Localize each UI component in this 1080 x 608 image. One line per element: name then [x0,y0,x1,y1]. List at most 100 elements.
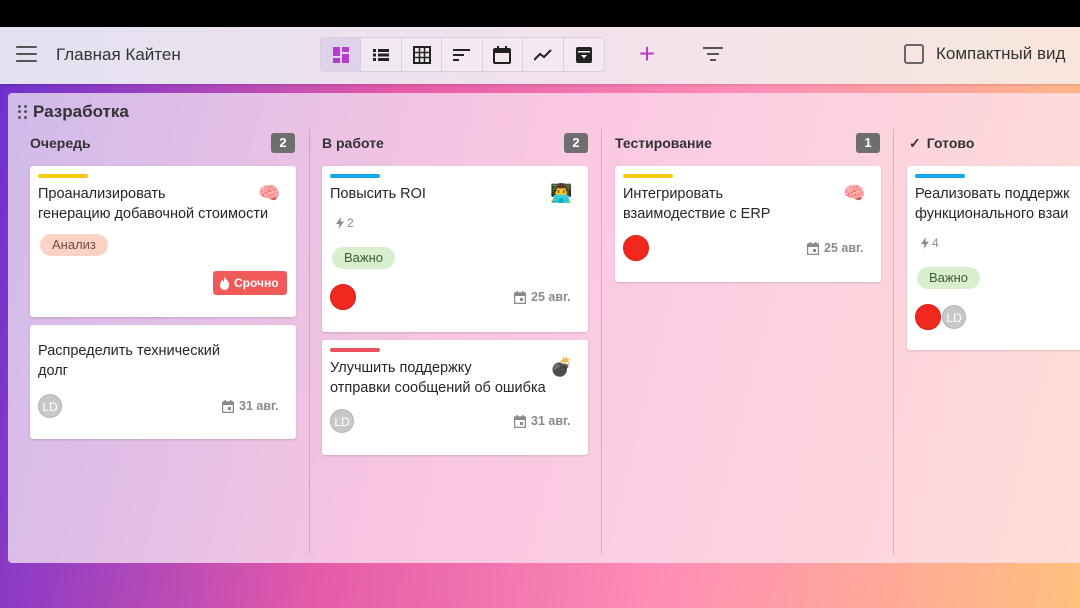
column-divider [893,129,894,554]
card-title-line: Распределить технический [38,343,220,359]
card-title-line: генерацию добавочной стоимости [38,206,269,222]
list-view-button[interactable] [361,38,402,71]
card[interactable]: Распределить технический долг LD 31 авг. [30,325,296,439]
dashboard-icon [332,46,349,63]
column-title-testing[interactable]: Тестирование [615,133,712,153]
card-title-line: Реализовать поддержк [915,186,1070,202]
board-title: Разработка [33,102,129,121]
card[interactable]: Повысить ROI 👨‍💻 2 Важно 25 авг. [322,166,588,332]
due-date-text: 31 авг. [239,399,279,413]
card[interactable]: Реализовать поддержк функционального вза… [907,166,1080,350]
calendar-icon [807,241,819,255]
compact-view-checkbox[interactable] [904,44,924,64]
card[interactable]: Интегрировать взаимодествие с ERP 🧠 25 а… [615,166,881,282]
archive-icon [575,46,592,63]
list-icon [373,48,390,61]
card-title-line: Интегрировать [623,186,724,202]
card[interactable]: Улучшить поддержку отправки сообщений об… [322,340,588,455]
due-date-text: 31 авг. [531,414,571,428]
card-color-stripe [915,174,965,178]
column-title-done[interactable]: ✓ Готово [909,133,974,153]
app-header: Главная Кайтен + Компактный вид [0,27,1080,84]
board: Разработка Очередь 2 В работе 2 Тестиров… [8,93,1080,563]
card-title-line: Улучшить поддержку [330,360,472,376]
chart-view-button[interactable] [523,38,564,71]
table-icon [412,45,431,64]
calendar-view-button[interactable] [483,38,524,71]
brain-icon: 🧠 [843,183,866,203]
avatar[interactable]: LD [942,305,966,329]
due-date: 31 авг. [514,414,570,428]
card-title-line: долг [38,363,68,379]
brain-icon: 🧠 [258,183,281,203]
card-title-line: Проанализировать [38,186,166,202]
board-header: Разработка [18,102,129,122]
card-color-stripe [38,174,88,178]
compact-view-label: Компактный вид [936,44,1066,63]
table-view-button[interactable] [402,38,443,71]
tag-important[interactable]: Важно [917,267,981,289]
due-date-text: 25 авг. [824,241,864,255]
view-switcher [320,37,605,72]
sort-view-button[interactable] [442,38,483,71]
column-title-in-progress[interactable]: В работе [322,133,384,153]
bolt-icon [921,237,929,249]
card[interactable]: Проанализировать генерацию добавочной ст… [30,166,296,317]
add-card-button[interactable]: + [636,39,658,69]
avatar[interactable] [915,304,941,330]
due-date: 25 авг. [807,241,863,255]
plus-icon: + [638,38,656,69]
top-black-bar [0,0,1080,27]
column-count-badge: 2 [271,133,295,153]
priority-indicator: 4 [921,236,939,250]
urgent-badge[interactable]: Срочно [213,271,287,295]
dashboard-view-button[interactable] [321,38,362,71]
archive-view-button[interactable] [564,38,604,71]
priority-indicator: 2 [336,216,354,230]
tag-analysis[interactable]: Анализ [40,234,108,256]
card-title: Интегрировать взаимодествие с ERP [623,184,770,224]
column-count-badge: 2 [564,133,588,153]
check-icon: ✓ [909,134,921,151]
avatar[interactable]: LD [330,409,354,433]
developer-icon: 👨‍💻 [550,183,573,203]
avatar[interactable] [330,284,356,310]
card-title: Распределить технический долг [38,341,220,381]
menu-icon[interactable] [16,46,37,62]
card-title: Реализовать поддержк функционального вза… [915,184,1080,224]
column-divider [601,129,602,554]
urgent-label: Срочно [234,276,279,290]
due-date-text: 25 авг. [531,290,571,304]
priority-value: 2 [347,216,354,230]
calendar-icon [514,290,526,304]
calendar-icon [493,45,512,64]
card-color-stripe [330,174,380,178]
card-color-stripe [330,348,380,352]
due-date: 25 авг. [514,290,570,304]
avatar[interactable] [623,235,649,261]
card-title-line: взаимодествие с ERP [623,206,771,222]
bolt-icon [336,217,344,229]
column-title-queue[interactable]: Очередь [30,133,91,153]
column-divider [309,129,310,554]
card-title: Проанализировать генерацию добавочной ст… [38,184,268,224]
drag-handle-icon[interactable] [18,105,27,119]
calendar-icon [514,414,526,428]
card-title: Улучшить поддержку отправки сообщений об… [330,358,546,398]
card-title-line: Повысить ROI [330,186,426,202]
page-title: Главная Кайтен [56,45,181,64]
sort-icon [452,48,470,61]
tag-important[interactable]: Важно [332,247,396,269]
card-color-stripe [623,174,673,178]
fire-icon [219,276,230,290]
chart-line-icon [533,48,552,61]
card-title-line: отправки сообщений об ошибка [330,380,546,396]
filter-icon[interactable] [702,45,724,63]
avatar[interactable]: LD [38,394,62,418]
column-count-badge: 1 [856,133,880,153]
card-title: Повысить ROI [330,184,426,204]
column-title-done-label: Готово [926,135,975,151]
compact-view-toggle[interactable]: Компактный вид [904,44,1065,64]
card-title-line: функционального взаи [915,206,1069,222]
bomb-icon: 💣 [550,357,573,377]
